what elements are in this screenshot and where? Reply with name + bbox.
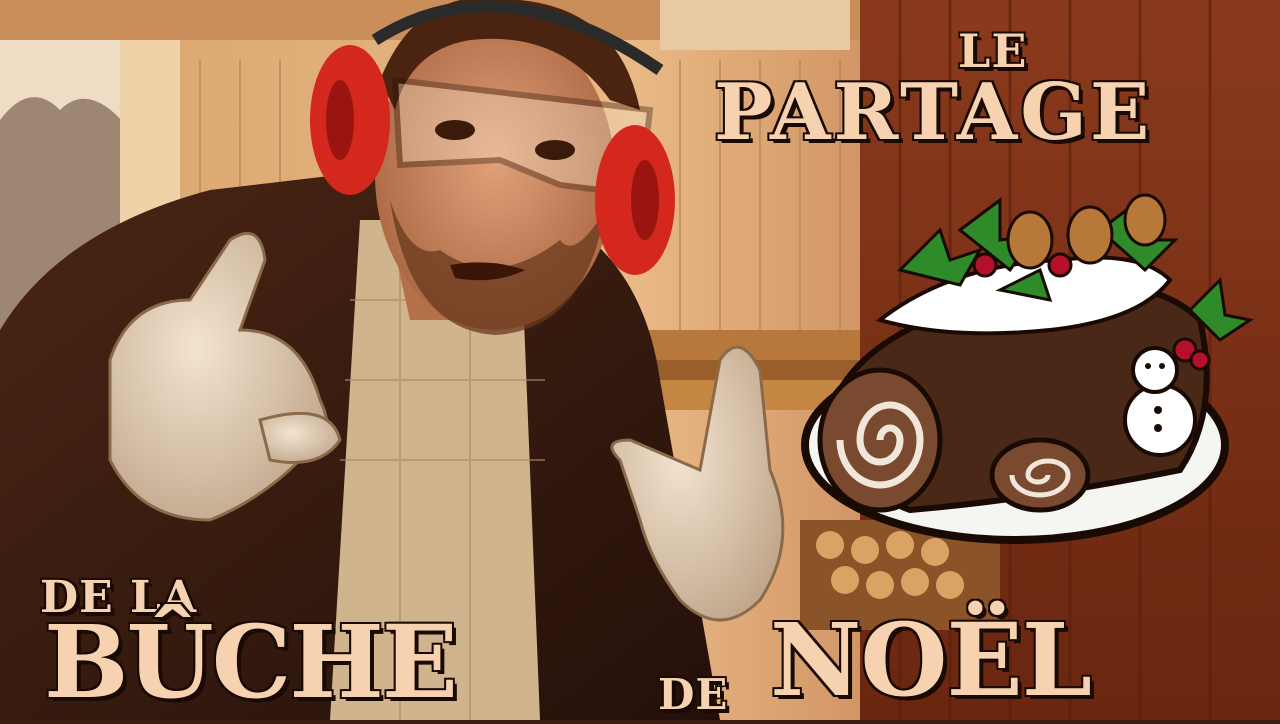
log-end-swirl [817,367,943,513]
yule-log-cake-icon [801,193,1254,544]
title-partage: PARTAGE [712,67,1153,158]
title-de: DE [656,670,729,719]
thumbnail-scene: LE PARTAGE DE LA BÛCHE DE NOËL [0,0,1280,720]
title-noel: NOËL [768,601,1093,719]
log-branch-stub [989,437,1091,513]
title-buche: BÛCHE [42,603,459,721]
poster [660,0,850,50]
